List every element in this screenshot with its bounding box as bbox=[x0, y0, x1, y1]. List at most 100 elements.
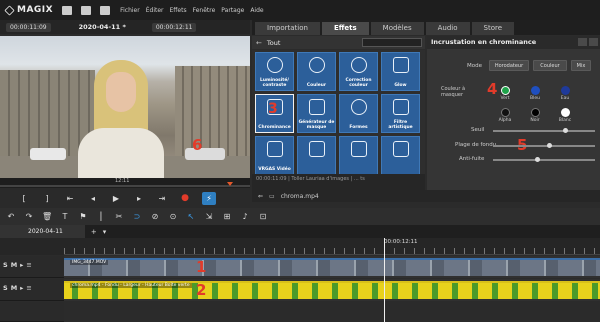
solo-button[interactable]: S bbox=[3, 261, 8, 272]
swatch-alpha[interactable] bbox=[501, 108, 510, 117]
fx-tile-mask-generator[interactable]: Générateur de masque bbox=[297, 94, 336, 133]
video-clip[interactable]: IMG_3447.MOV bbox=[64, 258, 600, 276]
menu-window[interactable]: Fenêtre bbox=[193, 7, 216, 14]
timeline-tab[interactable]: 2020-04-11 bbox=[0, 225, 85, 238]
track-lock-icon[interactable]: ▸ bbox=[20, 284, 23, 295]
folder-icon[interactable] bbox=[62, 5, 73, 15]
save-icon[interactable] bbox=[100, 5, 111, 15]
menu-file[interactable]: Fichier bbox=[120, 7, 140, 14]
zoom-icon[interactable]: ⊡ bbox=[258, 212, 268, 221]
mute-button[interactable]: M bbox=[11, 284, 17, 295]
delete-icon[interactable]: 🗑 bbox=[42, 212, 52, 221]
trim-icon[interactable]: ⊞ bbox=[222, 212, 232, 221]
track-header-2: S M ▸ ≡ bbox=[0, 279, 64, 301]
annotation-2: 2 bbox=[196, 281, 207, 299]
record-icon[interactable]: ● bbox=[179, 193, 191, 203]
split-icon[interactable]: ⎮ bbox=[96, 212, 106, 221]
player-title: 2020-04-11 * bbox=[78, 23, 126, 31]
chroma-clip[interactable]: chroma.mp4 - Fondu - Largeur - Hauteur B… bbox=[64, 281, 600, 299]
threshold-slider[interactable] bbox=[493, 130, 595, 132]
timecode-right[interactable]: 00:00:12:11 bbox=[151, 22, 197, 32]
marker-icon[interactable]: ⚑ bbox=[78, 212, 88, 221]
track-3 bbox=[64, 302, 600, 322]
fx-tile-glow[interactable]: Glow bbox=[381, 52, 420, 91]
swatch-blue[interactable] bbox=[531, 86, 540, 95]
fade-range-slider-knob[interactable] bbox=[547, 143, 552, 148]
tab-templates[interactable]: Modèles bbox=[370, 22, 424, 35]
timecode-left[interactable]: 00:00:11:09 bbox=[6, 22, 51, 32]
scrub-marker-icon[interactable] bbox=[227, 182, 233, 186]
mark-out-button[interactable]: ] bbox=[41, 194, 53, 203]
audio-icon[interactable]: ♪ bbox=[240, 212, 250, 221]
lightning-icon[interactable]: ⚡ bbox=[202, 191, 216, 205]
play-icon[interactable]: ▶ bbox=[110, 194, 122, 203]
track-options-icon[interactable]: ≡ bbox=[26, 261, 31, 272]
clip-preview-icon[interactable]: ▭ bbox=[269, 193, 275, 200]
swatch-white[interactable] bbox=[561, 108, 570, 117]
fx-tile-chroma[interactable]: 3 Chrominance bbox=[255, 94, 294, 133]
step-forward-icon[interactable]: ▸ bbox=[133, 194, 145, 203]
swatch-water[interactable] bbox=[561, 86, 570, 95]
fx-tile-lines[interactable] bbox=[381, 136, 420, 175]
fx-category-title: Tout bbox=[266, 38, 281, 47]
ungroup-icon[interactable]: ⊙ bbox=[168, 212, 178, 221]
pointer-icon[interactable]: ↖ bbox=[186, 212, 196, 221]
mode-button-mix[interactable]: Mix bbox=[571, 60, 591, 71]
menu-help[interactable]: Aide bbox=[250, 7, 263, 14]
tab-audio[interactable]: Audio bbox=[425, 22, 470, 35]
mark-in-button[interactable]: [ bbox=[18, 194, 30, 203]
fx-tile-speaker[interactable] bbox=[297, 136, 336, 175]
tab-effects[interactable]: Effets bbox=[321, 22, 369, 35]
fx-tile-grid[interactable] bbox=[339, 136, 378, 175]
fx-tile-artistic[interactable]: Filtre artistique bbox=[381, 94, 420, 133]
solo-button[interactable]: S bbox=[3, 284, 8, 295]
clip-nav-icon[interactable]: ⇐ bbox=[258, 193, 263, 200]
panel-menu-icon[interactable] bbox=[578, 38, 587, 46]
threshold-slider-knob[interactable] bbox=[563, 128, 568, 133]
mode-button-color[interactable]: Couleur bbox=[533, 60, 567, 71]
video-preview[interactable]: 6 bbox=[0, 36, 250, 178]
panel-add-icon[interactable] bbox=[589, 38, 598, 46]
anti-spill-slider-knob[interactable] bbox=[535, 157, 540, 162]
menu-edit[interactable]: Éditer bbox=[146, 7, 164, 14]
back-arrow-icon[interactable]: ← bbox=[256, 39, 262, 47]
menu-effects[interactable]: Effets bbox=[170, 7, 187, 14]
fade-range-label: Plage de fondu bbox=[455, 142, 497, 148]
fx-tile-color-correction[interactable]: Correction couleur bbox=[339, 52, 378, 91]
timeline-ruler[interactable]: 00:00:12:11 bbox=[64, 238, 600, 255]
step-back-icon[interactable]: ◂ bbox=[87, 194, 99, 203]
add-tab-icon[interactable]: + bbox=[91, 228, 97, 236]
group-icon[interactable]: ⊘ bbox=[150, 212, 160, 221]
mode-button-timestamp[interactable]: Horodateur bbox=[489, 60, 529, 71]
fx-tile-video[interactable]: VRGAS Vidéo bbox=[255, 136, 294, 175]
jump-end-icon[interactable]: ⇥ bbox=[156, 194, 168, 203]
fx-tile-brightness[interactable]: Luminosité/ contraste bbox=[255, 52, 294, 91]
swatch-black[interactable] bbox=[531, 108, 540, 117]
tab-import[interactable]: Importation bbox=[255, 22, 320, 35]
fx-tile-color[interactable]: Couleur bbox=[297, 52, 336, 91]
title-icon[interactable]: T bbox=[60, 212, 70, 221]
fade-range-slider[interactable] bbox=[493, 145, 595, 147]
ruler-ticks bbox=[64, 248, 600, 254]
tab-store[interactable]: Store bbox=[471, 22, 515, 35]
scrub-track[interactable] bbox=[0, 185, 250, 187]
jump-start-icon[interactable]: ⇤ bbox=[64, 194, 76, 203]
fx-tile-shapes[interactable]: Formes bbox=[339, 94, 378, 133]
swatch-green[interactable] bbox=[501, 86, 510, 95]
track-options-icon[interactable]: ≡ bbox=[26, 284, 31, 295]
menu-share[interactable]: Partage bbox=[221, 7, 244, 14]
cut-icon[interactable]: ✂ bbox=[114, 212, 124, 221]
range-icon[interactable]: ⇲ bbox=[204, 212, 214, 221]
undo-icon[interactable]: ↶ bbox=[6, 212, 16, 221]
folder-open-icon[interactable] bbox=[81, 5, 92, 15]
playhead[interactable] bbox=[384, 238, 385, 322]
scrub-bar[interactable]: 12:11 bbox=[0, 178, 250, 188]
tab-menu-icon[interactable]: ▾ bbox=[103, 228, 107, 236]
link-icon[interactable]: ⊃ bbox=[132, 212, 142, 221]
track-lock-icon[interactable]: ▸ bbox=[20, 261, 23, 272]
fx-tile-label: VRGAS Vidéo bbox=[258, 167, 291, 172]
mute-button[interactable]: M bbox=[11, 261, 17, 272]
anti-spill-slider[interactable] bbox=[493, 159, 595, 161]
fx-search-input[interactable] bbox=[362, 38, 422, 47]
redo-icon[interactable]: ↷ bbox=[24, 212, 34, 221]
